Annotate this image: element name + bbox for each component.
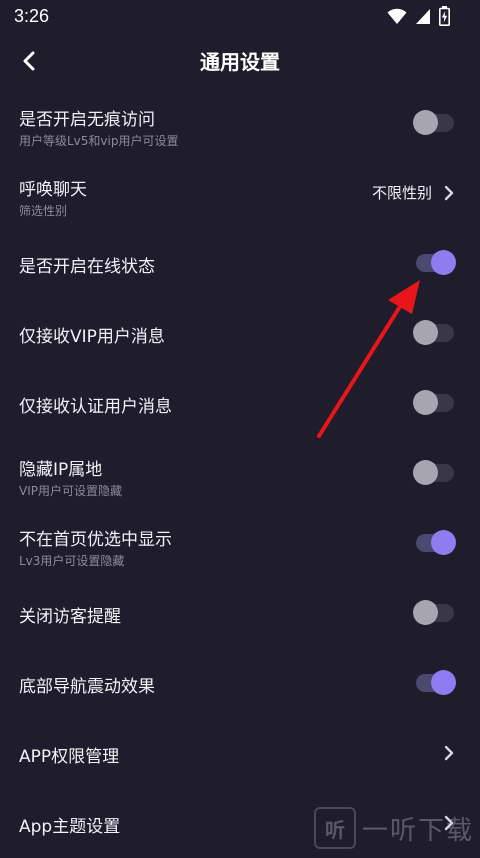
- watermark-badge: 听: [313, 807, 356, 849]
- setting-subtitle: VIP用户可设置隐藏: [19, 484, 122, 498]
- vip-messages-only-toggle[interactable]: [413, 320, 454, 345]
- hide-ip-location-toggle[interactable]: [413, 460, 454, 485]
- setting-title: 是否开启无痕访问: [19, 110, 155, 130]
- toggle-knob: [431, 670, 456, 695]
- setting-row-visitor-reminder[interactable]: 关闭访客提醒: [0, 578, 480, 648]
- nav-vibration-toggle[interactable]: [416, 670, 456, 695]
- setting-title: 仅接收VIP用户消息: [19, 327, 165, 347]
- battery-charging-icon: [439, 6, 450, 26]
- cell-signal-icon: [416, 9, 430, 24]
- wifi-icon: [387, 8, 407, 24]
- setting-title: 底部导航震动效果: [19, 677, 155, 697]
- setting-subtitle: 用户等级Lv5和vip用户可设置: [19, 134, 179, 148]
- setting-row-hide-ip-location[interactable]: 隐藏IP属地 VIP用户可设置隐藏: [0, 438, 480, 508]
- setting-title: 关闭访客提醒: [19, 607, 121, 627]
- verified-messages-only-toggle[interactable]: [413, 390, 454, 415]
- status-bar: 3:26: [0, 0, 480, 34]
- page-title: 通用设置: [200, 50, 280, 74]
- setting-row-vip-messages-only[interactable]: 仅接收VIP用户消息: [0, 298, 480, 368]
- setting-title: 隐藏IP属地: [19, 460, 103, 480]
- setting-row-verified-messages-only[interactable]: 仅接收认证用户消息: [0, 368, 480, 438]
- toggle-knob: [413, 600, 438, 625]
- online-status-toggle[interactable]: [416, 250, 456, 275]
- setting-row-online-status[interactable]: 是否开启在线状态: [0, 228, 480, 298]
- incognito-visit-toggle[interactable]: [413, 110, 454, 135]
- settings-list: 是否开启无痕访问 用户等级Lv5和vip用户可设置 呼唤聊天 筛选性别 不限性别…: [0, 88, 480, 858]
- setting-row-incognito-visit[interactable]: 是否开启无痕访问 用户等级Lv5和vip用户可设置: [0, 88, 480, 158]
- setting-title: 呼唤聊天: [19, 180, 87, 200]
- visitor-reminder-toggle[interactable]: [413, 600, 454, 625]
- toggle-knob: [431, 250, 456, 275]
- setting-title: 不在首页优选中显示: [19, 530, 172, 550]
- toggle-knob: [413, 460, 438, 485]
- setting-title: 是否开启在线状态: [19, 257, 155, 277]
- toggle-knob: [413, 390, 438, 415]
- gender-filter-value[interactable]: 不限性别: [372, 182, 432, 203]
- hide-from-featured-toggle[interactable]: [416, 530, 456, 555]
- watermark: 听 一听下载: [313, 807, 474, 849]
- setting-subtitle: Lv3用户可设置隐藏: [19, 554, 125, 568]
- setting-row-call-chat[interactable]: 呼唤聊天 筛选性别 不限性别: [0, 158, 480, 228]
- setting-title: App主题设置: [19, 817, 121, 837]
- setting-row-app-permissions[interactable]: APP权限管理: [0, 718, 480, 788]
- status-time: 3:26: [14, 6, 50, 26]
- status-icons: [387, 6, 450, 26]
- setting-row-nav-vibration[interactable]: 底部导航震动效果: [0, 648, 480, 718]
- setting-subtitle: 筛选性别: [19, 204, 68, 218]
- chevron-right-icon: [438, 742, 460, 764]
- toggle-knob: [431, 530, 456, 555]
- watermark-text: 一听下载: [361, 815, 474, 846]
- chevron-right-icon: [438, 182, 460, 204]
- setting-title: APP权限管理: [19, 747, 120, 767]
- toggle-knob: [413, 110, 438, 135]
- toggle-knob: [413, 320, 438, 345]
- setting-row-hide-from-featured[interactable]: 不在首页优选中显示 Lv3用户可设置隐藏: [0, 508, 480, 578]
- setting-title: 仅接收认证用户消息: [19, 397, 172, 417]
- nav-bar: 通用设置: [0, 38, 480, 84]
